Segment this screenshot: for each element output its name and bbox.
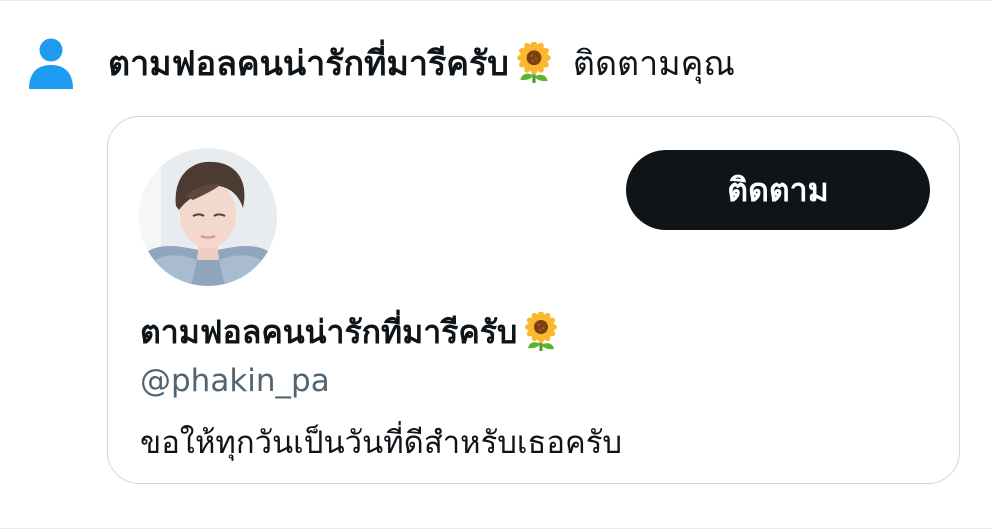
user-card[interactable]: ติดตาม ตามฟอลคนน่ารักที่มารีครับ @phakin… — [107, 116, 960, 484]
sunflower-emoji-icon — [525, 312, 558, 351]
avatar-photo — [139, 148, 277, 286]
card-display-name[interactable]: ตามฟอลคนน่ารักที่มารีครับ — [140, 309, 565, 355]
person-icon — [29, 38, 73, 89]
follow-notification[interactable]: ตามฟอลคนน่ารักที่มารีครับ ติดตามคุณ ติดต… — [0, 0, 992, 529]
notification-headline: ตามฟอลคนน่ารักที่มารีครับ ติดตามคุณ — [108, 37, 735, 89]
follower-name-link[interactable]: ตามฟอลคนน่ารักที่มารีครับ — [108, 36, 509, 90]
notification-action-text: ติดตามคุณ — [572, 44, 735, 84]
card-display-name-text[interactable]: ตามฟอลคนน่ารักที่มารีครับ — [140, 307, 517, 358]
follow-button[interactable]: ติดตาม — [626, 150, 930, 230]
sunflower-emoji-icon — [517, 42, 551, 83]
avatar[interactable] — [139, 148, 277, 286]
card-bio: ขอให้ทุกวันเป็นวันที่ดีสำหรับเธอครับ — [140, 425, 623, 461]
card-handle[interactable]: @phakin_pa — [140, 363, 330, 399]
